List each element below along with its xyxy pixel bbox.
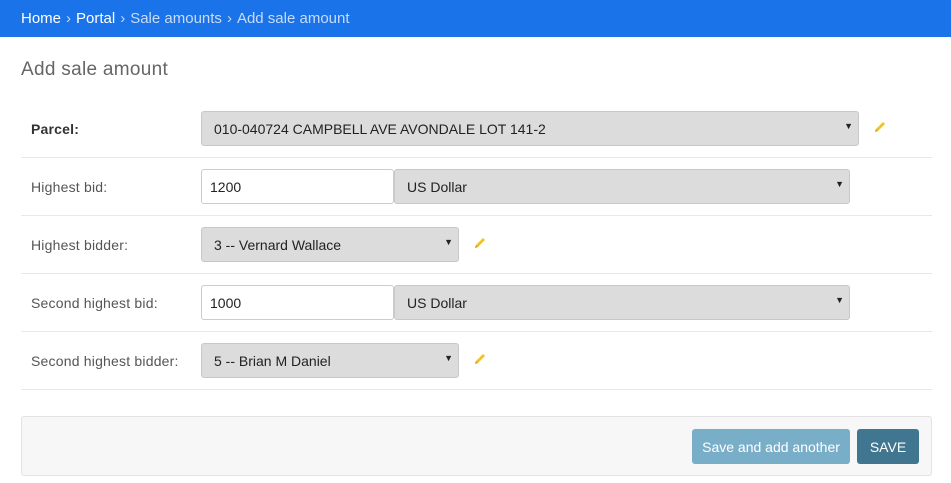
breadcrumb-separator: › (226, 10, 232, 27)
caret-down-icon: ▼ (444, 353, 453, 363)
breadcrumb: Home › Portal › Sale amounts › Add sale … (0, 0, 951, 37)
form-row-parcel: Parcel: 010-040724 CAMPBELL AVE AVONDALE… (21, 100, 932, 158)
breadcrumb-portal-link[interactable]: Portal (76, 10, 115, 27)
caret-down-icon: ▼ (444, 237, 453, 247)
highest-bid-label: Highest bid: (31, 179, 108, 195)
sale-amount-form: Parcel: 010-040724 CAMPBELL AVE AVONDALE… (21, 100, 932, 390)
highest-bidder-label: Highest bidder: (31, 237, 129, 253)
save-and-add-another-button[interactable]: Save and add another (692, 429, 850, 464)
form-row-highest-bidder: Highest bidder: 3 -- Vernard Wallace ▼ (21, 216, 932, 274)
caret-down-icon: ▼ (835, 295, 844, 305)
edit-parcel-pencil-icon[interactable] (872, 119, 888, 135)
parcel-select[interactable]: 010-040724 CAMPBELL AVE AVONDALE LOT 141… (201, 111, 859, 146)
breadcrumb-separator: › (66, 10, 72, 27)
parcel-select-value: 010-040724 CAMPBELL AVE AVONDALE LOT 141… (214, 120, 546, 137)
parcel-label: Parcel: (31, 121, 80, 137)
edit-second-highest-bidder-pencil-icon[interactable] (472, 351, 488, 367)
breadcrumb-home-link[interactable]: Home (21, 10, 61, 27)
second-highest-bid-amount-input[interactable] (201, 285, 394, 320)
highest-bid-amount-input[interactable] (201, 169, 394, 204)
highest-bidder-select-value: 3 -- Vernard Wallace (214, 236, 342, 253)
save-button[interactable]: SAVE (857, 429, 919, 464)
second-highest-bidder-select-value: 5 -- Brian M Daniel (214, 352, 331, 369)
second-highest-bidder-label: Second highest bidder: (31, 353, 179, 369)
caret-down-icon: ▼ (844, 121, 853, 131)
breadcrumb-current: Add sale amount (236, 10, 350, 27)
breadcrumb-separator: › (120, 10, 126, 27)
edit-highest-bidder-pencil-icon[interactable] (472, 235, 488, 251)
highest-bidder-select[interactable]: 3 -- Vernard Wallace ▼ (201, 227, 459, 262)
form-row-second-highest-bid: Second highest bid: US Dollar ▼ (21, 274, 932, 332)
second-highest-bid-currency-value: US Dollar (407, 294, 467, 311)
breadcrumb-sale-amounts-link[interactable]: Sale amounts (130, 10, 222, 27)
submit-row: Save and add another SAVE (21, 416, 932, 476)
caret-down-icon: ▼ (835, 179, 844, 189)
second-highest-bidder-select[interactable]: 5 -- Brian M Daniel ▼ (201, 343, 459, 378)
second-highest-bid-label: Second highest bid: (31, 295, 158, 311)
highest-bid-currency-value: US Dollar (407, 178, 467, 195)
second-highest-bid-currency-select[interactable]: US Dollar ▼ (394, 285, 850, 320)
page-title: Add sale amount (21, 59, 169, 80)
highest-bid-currency-select[interactable]: US Dollar ▼ (394, 169, 850, 204)
form-row-highest-bid: Highest bid: US Dollar ▼ (21, 158, 932, 216)
form-row-second-highest-bidder: Second highest bidder: 5 -- Brian M Dani… (21, 332, 932, 390)
